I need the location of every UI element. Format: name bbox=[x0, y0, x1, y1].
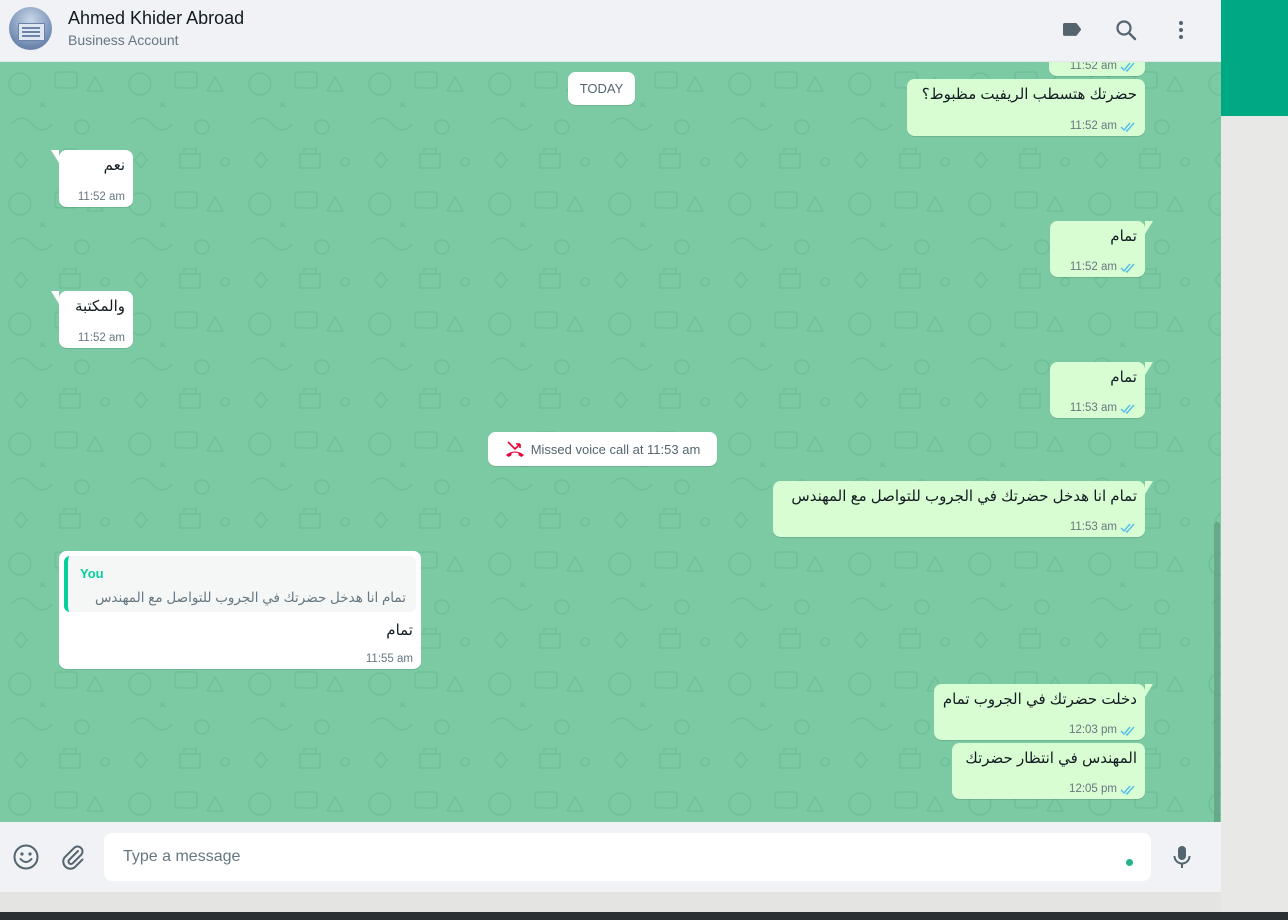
message-text: تمام انا هدخل حضرتك في الجروب للتواصل مع… bbox=[791, 488, 1137, 505]
message-meta: 11:52 am bbox=[78, 191, 125, 203]
message-text: المهندس في انتظار حضرتك bbox=[965, 750, 1137, 767]
date-divider: TODAY bbox=[568, 72, 635, 105]
date-divider-label: TODAY bbox=[579, 81, 624, 96]
chat-scrollbar[interactable] bbox=[1214, 522, 1220, 822]
message-bubble-outgoing[interactable]: تمام انا هدخل حضرتك في الجروب للتواصل مع… bbox=[773, 481, 1153, 537]
read-ticks-icon bbox=[1120, 122, 1135, 132]
read-ticks-icon bbox=[1120, 263, 1135, 273]
composer-bar: Type a message bbox=[0, 822, 1221, 892]
quoted-message[interactable]: You تمام انا هدخل حضرتك في الجروب للتواص… bbox=[64, 556, 416, 612]
message-meta: 11:53 am bbox=[1070, 402, 1137, 414]
label-icon[interactable] bbox=[1057, 15, 1087, 45]
message-time: 12:05 pm bbox=[1069, 783, 1117, 795]
chat-area[interactable]: TODAY 11:52 am حضرتك هتسطب الريفيت مظبوط… bbox=[0, 62, 1221, 822]
read-ticks-icon bbox=[1120, 726, 1135, 736]
message-time: 11:55 am bbox=[365, 653, 413, 665]
read-ticks-icon bbox=[1120, 785, 1135, 795]
input-status-dot bbox=[1126, 859, 1133, 866]
window-bottom-edge bbox=[0, 892, 1221, 912]
message-meta: 11:55 am bbox=[366, 653, 413, 665]
contact-name[interactable]: Ahmed Khider Abroad bbox=[68, 8, 244, 29]
mic-icon[interactable] bbox=[1167, 842, 1197, 872]
message-time: 11:52 am bbox=[1069, 62, 1117, 72]
message-time: 12:03 pm bbox=[1069, 724, 1117, 736]
message-text: تمام bbox=[1110, 369, 1137, 386]
missed-call-notice[interactable]: Missed voice call at 11:53 am bbox=[488, 432, 717, 466]
message-input-placeholder: Type a message bbox=[123, 848, 241, 865]
missed-call-text: Missed voice call at 11:53 am bbox=[530, 441, 701, 457]
search-icon[interactable] bbox=[1111, 15, 1141, 45]
taskbar-edge bbox=[0, 912, 1288, 920]
message-bubble-outgoing[interactable]: حضرتك هتسطب الريفيت مظبوط؟ 11:52 am bbox=[907, 79, 1145, 136]
message-time: 11:52 am bbox=[77, 332, 125, 344]
missed-call-icon bbox=[505, 441, 524, 457]
message-time: 11:52 am bbox=[77, 191, 125, 203]
message-time: 11:53 am bbox=[1069, 521, 1117, 533]
quoted-text: تمام انا هدخل حضرتك في الجروب للتواصل مع… bbox=[94, 590, 406, 605]
message-meta: 11:52 am bbox=[1070, 62, 1137, 72]
message-time: 11:52 am bbox=[1069, 120, 1117, 132]
chat-header: Ahmed Khider Abroad Business Account bbox=[0, 0, 1221, 62]
read-ticks-icon bbox=[1120, 62, 1135, 72]
side-panel-edge bbox=[1221, 0, 1288, 920]
message-meta: 11:52 am bbox=[1070, 120, 1137, 132]
message-text: نعم bbox=[103, 157, 125, 174]
message-text: دخلت حضرتك في الجروب تمام bbox=[942, 691, 1137, 708]
message-text: حضرتك هتسطب الريفيت مظبوط؟ bbox=[921, 86, 1137, 103]
message-bubble-outgoing[interactable]: دخلت حضرتك في الجروب تمام 12:03 pm bbox=[934, 684, 1153, 740]
avatar[interactable] bbox=[9, 7, 52, 50]
attach-icon[interactable] bbox=[57, 842, 87, 872]
message-bubble-outgoing[interactable]: 11:52 am bbox=[1049, 62, 1145, 76]
message-input[interactable]: Type a message bbox=[104, 833, 1151, 881]
message-time: 11:52 am bbox=[1069, 261, 1117, 273]
message-text: تمام bbox=[386, 622, 413, 639]
message-bubble-incoming[interactable]: نعم 11:52 am bbox=[51, 150, 133, 207]
quoted-author: You bbox=[80, 566, 104, 581]
message-time: 11:53 am bbox=[1069, 402, 1117, 414]
message-bubble-incoming[interactable]: والمكتبة 11:52 am bbox=[51, 291, 133, 348]
message-meta: 12:03 pm bbox=[1069, 724, 1137, 736]
contact-subtitle: Business Account bbox=[68, 32, 179, 48]
message-bubble-outgoing[interactable]: تمام 11:52 am bbox=[1050, 221, 1153, 277]
message-bubble-outgoing[interactable]: تمام 11:53 am bbox=[1050, 362, 1153, 418]
read-ticks-icon bbox=[1120, 523, 1135, 533]
menu-icon[interactable] bbox=[1166, 15, 1196, 45]
message-meta: 11:52 am bbox=[1070, 261, 1137, 273]
message-meta: 12:05 pm bbox=[1069, 783, 1137, 795]
accent-band bbox=[1221, 0, 1288, 116]
read-ticks-icon bbox=[1120, 404, 1135, 414]
message-bubble-incoming-reply[interactable]: You تمام انا هدخل حضرتك في الجروب للتواص… bbox=[59, 551, 421, 669]
message-bubble-outgoing[interactable]: المهندس في انتظار حضرتك 12:05 pm bbox=[952, 743, 1145, 799]
message-text: تمام bbox=[1110, 228, 1137, 245]
message-meta: 11:53 am bbox=[1070, 521, 1137, 533]
emoji-icon[interactable] bbox=[11, 842, 41, 872]
message-text: والمكتبة bbox=[74, 298, 125, 315]
message-meta: 11:52 am bbox=[78, 332, 125, 344]
